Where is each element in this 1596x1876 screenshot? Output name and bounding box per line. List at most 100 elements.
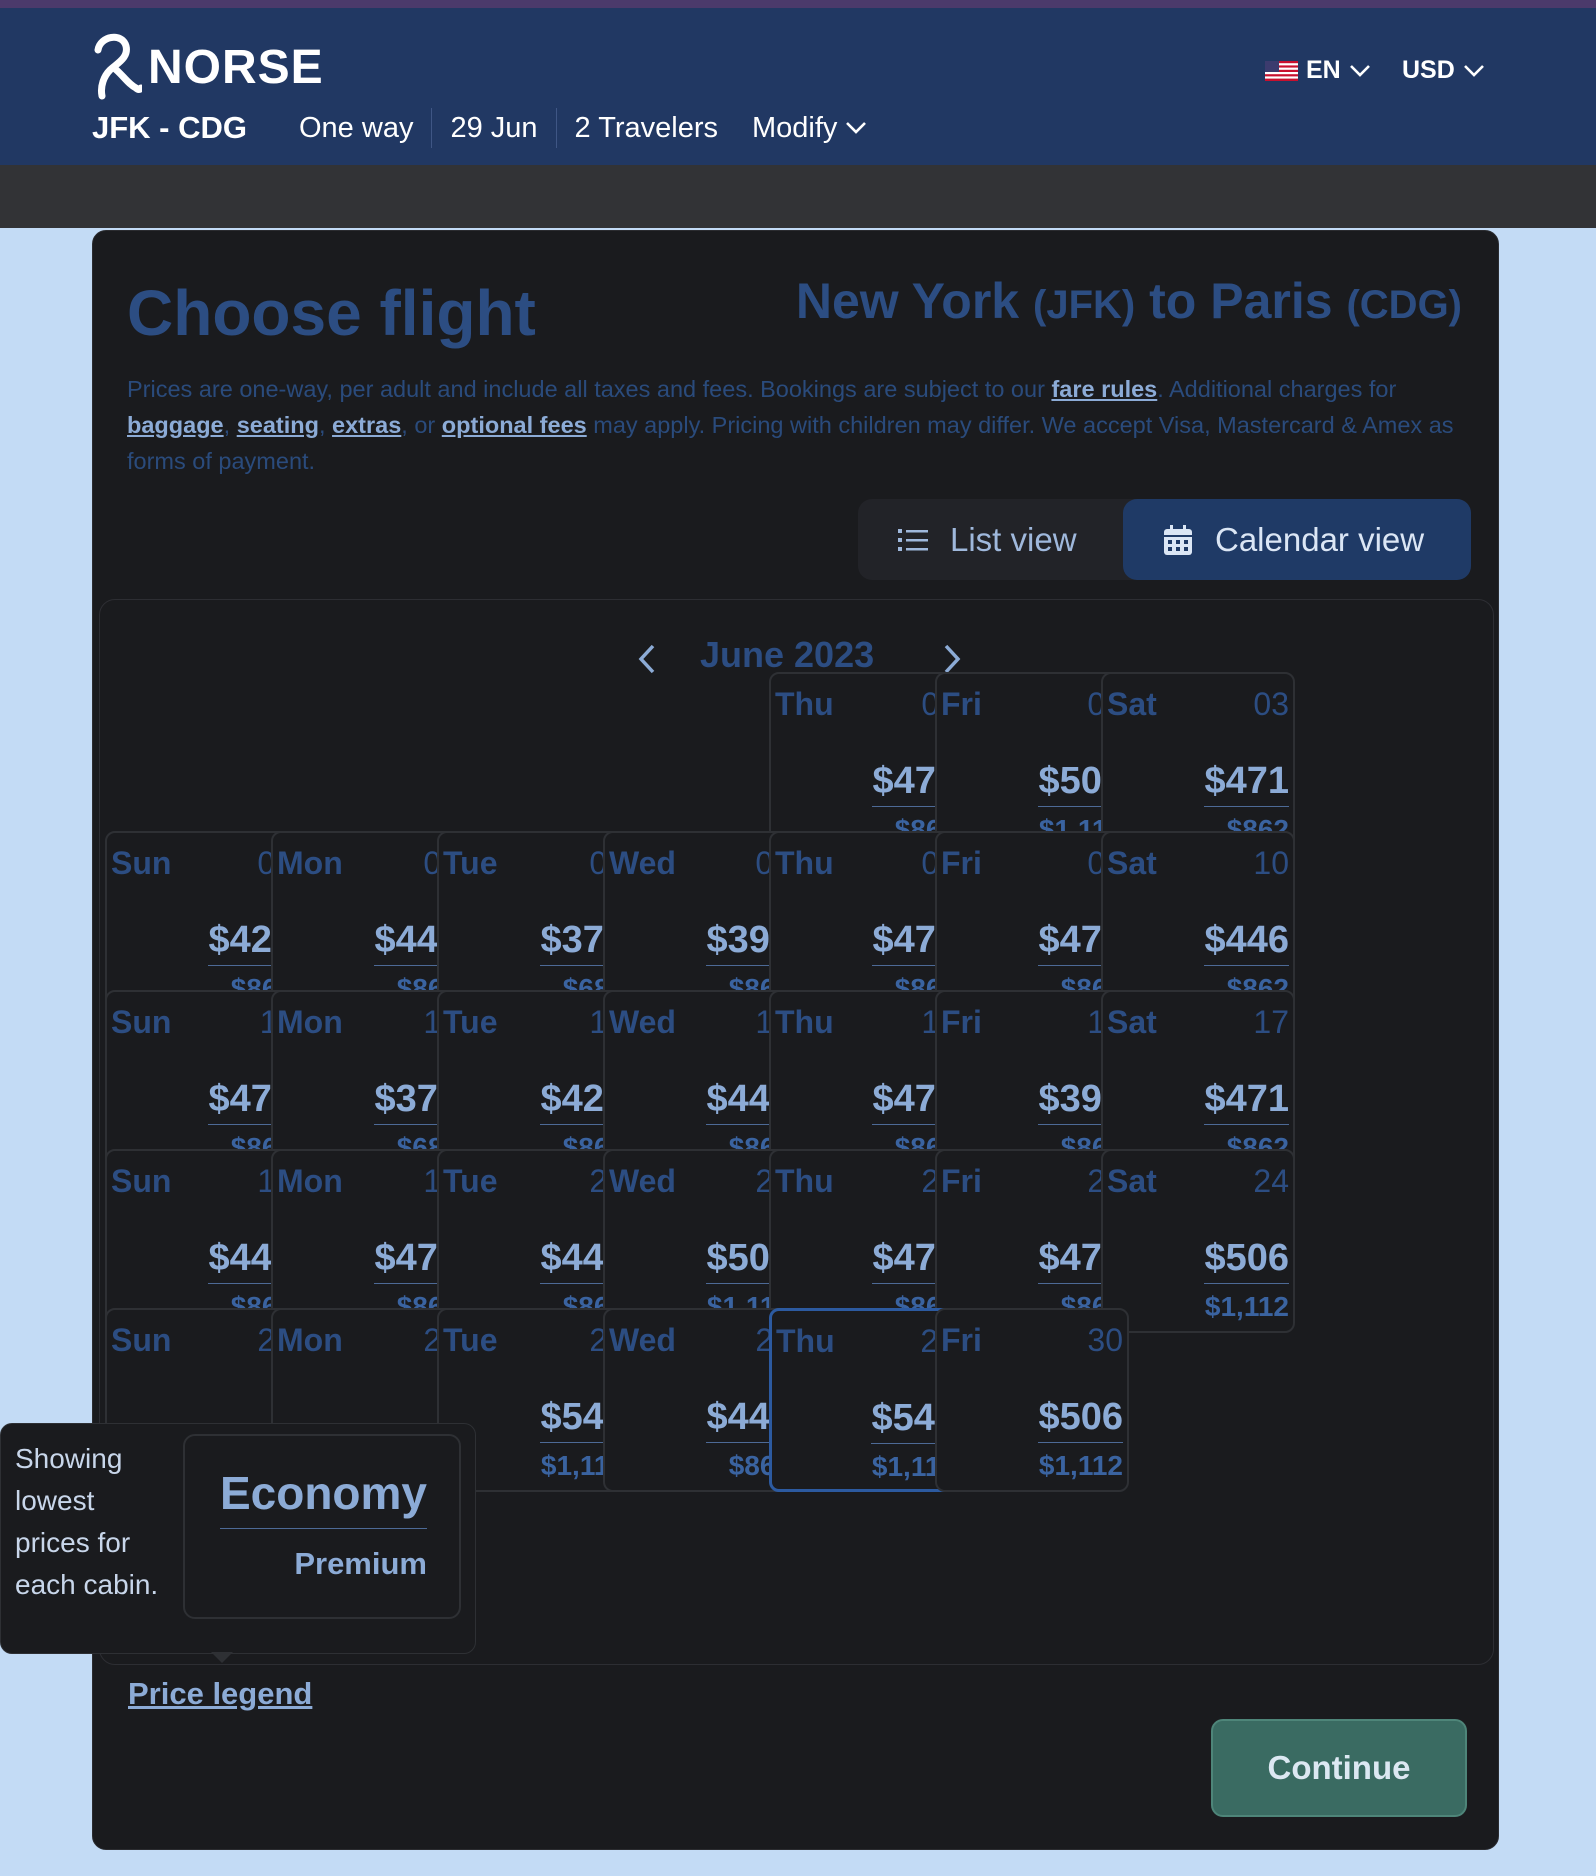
route-title: New York (JFK) to Paris (CDG)	[796, 272, 1462, 330]
calendar-day[interactable]: Thu08$471$862	[769, 831, 963, 1015]
day-name: Mon	[277, 1322, 343, 1358]
calendar-day[interactable]: Tue20$446$862	[437, 1149, 631, 1333]
view-toggle: List view Calendar view	[858, 499, 1471, 580]
day-name: Sat	[1107, 686, 1157, 722]
trip-travelers: 2 Travelers	[574, 111, 718, 144]
day-name: Wed	[609, 1004, 676, 1040]
day-number: 10	[1253, 845, 1289, 881]
extras-link[interactable]: extras	[332, 412, 401, 438]
day-number: 24	[1253, 1163, 1289, 1199]
calendar-day[interactable]: Fri16$396$862	[935, 990, 1129, 1174]
calendar-view-button[interactable]: Calendar view	[1123, 499, 1471, 580]
calendar-view-label: Calendar view	[1215, 520, 1425, 558]
tooltip-arrow	[211, 1652, 233, 1663]
day-name: Tue	[443, 1004, 498, 1040]
site-header: NORSE EN USD JFK - CDG One way 29 Jun 2 …	[0, 8, 1596, 165]
destination-city: Paris	[1210, 273, 1333, 329]
continue-button[interactable]: Continue	[1211, 1719, 1467, 1817]
calendar-day[interactable]: Thu01$471$862	[769, 672, 963, 856]
day-name: Sun	[111, 1004, 172, 1040]
day-name: Wed	[609, 1163, 676, 1199]
day-name: Thu	[775, 1004, 834, 1040]
calendar-day[interactable]: Fri02$506$1,112	[935, 672, 1129, 856]
info-text: ,	[223, 412, 237, 438]
calendar-day[interactable]: Tue13$421$862	[437, 990, 631, 1174]
calendar-day[interactable]: Thu29$541$1,112	[769, 1308, 963, 1492]
chevron-right-icon[interactable]	[938, 642, 966, 676]
language-selector[interactable]: EN	[1265, 56, 1371, 85]
calendar-day[interactable]: Wed14$446$862	[603, 990, 797, 1174]
calendar-day[interactable]: Sun11$471$862	[105, 990, 299, 1174]
day-name: Thu	[776, 1323, 835, 1359]
origin-code: (JFK)	[1033, 283, 1136, 327]
chevron-down-icon	[1463, 64, 1484, 77]
calendar-day[interactable]: Wed28$446$862	[603, 1308, 797, 1492]
price-legend-link[interactable]: Price legend	[128, 1676, 312, 1712]
calendar-day[interactable]: Thu22$471$862	[769, 1149, 963, 1333]
premium-price: $1,112	[1038, 1450, 1123, 1481]
baggage-link[interactable]: baggage	[127, 412, 224, 438]
currency-selector[interactable]: USD	[1402, 56, 1485, 85]
trip-summary: JFK - CDG One way 29 Jun 2 Travelers Mod…	[92, 108, 867, 148]
day-name: Thu	[775, 1163, 834, 1199]
day-name: Sun	[111, 1322, 172, 1358]
calendar-day[interactable]: Sun04$421$862	[105, 831, 299, 1015]
calendar-day[interactable]: Thu15$471$862	[769, 990, 963, 1174]
calendar-icon	[1164, 524, 1192, 555]
calendar-day[interactable]: Sat 17 $471 $862	[1101, 990, 1295, 1174]
list-view-label: List view	[950, 520, 1077, 558]
list-view-button[interactable]: List view	[896, 499, 1077, 580]
day-name: Fri	[941, 686, 982, 722]
day-name: Mon	[277, 1004, 343, 1040]
chevron-down-icon	[846, 122, 867, 134]
legend-premium: Premium	[294, 1546, 427, 1581]
day-name: Tue	[443, 845, 498, 881]
trip-type: One way	[299, 111, 414, 144]
calendar-day[interactable]: Sat 24 $506 $1,112	[1101, 1149, 1295, 1333]
day-name: Tue	[443, 1163, 498, 1199]
brand-logo[interactable]: NORSE	[90, 30, 324, 100]
calendar-day[interactable]: Mon05$446$862	[271, 831, 465, 1015]
fare-rules-link[interactable]: fare rules	[1051, 376, 1157, 402]
modify-label: Modify	[751, 111, 838, 144]
economy-price: $471	[1204, 1078, 1289, 1125]
premium-price: $1,112	[1204, 1291, 1289, 1322]
calendar-day[interactable]: Fri23$471$862	[935, 1149, 1129, 1333]
day-name: Sun	[111, 845, 172, 881]
day-name: Fri	[941, 1163, 982, 1199]
brand-name: NORSE	[148, 40, 324, 94]
month-label: June 2023	[700, 634, 875, 675]
day-name: Sun	[111, 1163, 172, 1199]
us-flag-icon	[1265, 60, 1298, 81]
chevron-left-icon[interactable]	[633, 642, 661, 676]
calendar-day[interactable]: Sat 10 $446 $862	[1101, 831, 1295, 1015]
day-name: Wed	[609, 1322, 676, 1358]
modify-button[interactable]: Modify	[752, 112, 867, 145]
info-text: . Additional charges for	[1157, 376, 1397, 402]
calendar-day[interactable]: Wed07$396$862	[603, 831, 797, 1015]
calendar-day[interactable]: Sun18$446$862	[105, 1149, 299, 1333]
calendar-day[interactable]: Wed21$506$1,112	[603, 1149, 797, 1333]
day-name: Wed	[609, 845, 676, 881]
page-edge	[1592, 228, 1596, 1876]
calendar-day[interactable]: Fri09$471$862	[935, 831, 1129, 1015]
economy-price: $471	[1204, 760, 1289, 807]
currency-label: USD	[1402, 56, 1455, 84]
calendar-day[interactable]: Tue06$371$682	[437, 831, 631, 1015]
destination-code: (CDG)	[1346, 283, 1462, 327]
optional-fees-link[interactable]: optional fees	[442, 412, 587, 438]
chevron-down-icon	[1349, 64, 1370, 77]
calendar-day[interactable]: Mon12$371$682	[271, 990, 465, 1174]
seating-link[interactable]: seating	[237, 412, 319, 438]
tooltip-text: Showing lowest prices for each cabin.	[15, 1443, 159, 1600]
page-title: Choose flight	[127, 277, 536, 349]
day-name: Sat	[1107, 1004, 1157, 1040]
calendar-day[interactable]: Fri 30 $506 $1,112	[935, 1308, 1129, 1492]
calendar-day[interactable]: Mon19$471$862	[271, 1149, 465, 1333]
norse-logo-icon	[94, 33, 142, 100]
day-name: Fri	[941, 1004, 982, 1040]
origin-city: New York	[795, 273, 1020, 329]
fare-info-text: Prices are one-way, per adult and includ…	[127, 371, 1473, 479]
info-text: ,	[318, 412, 333, 438]
calendar-day[interactable]: Sat 03 $471 $862	[1101, 672, 1295, 856]
